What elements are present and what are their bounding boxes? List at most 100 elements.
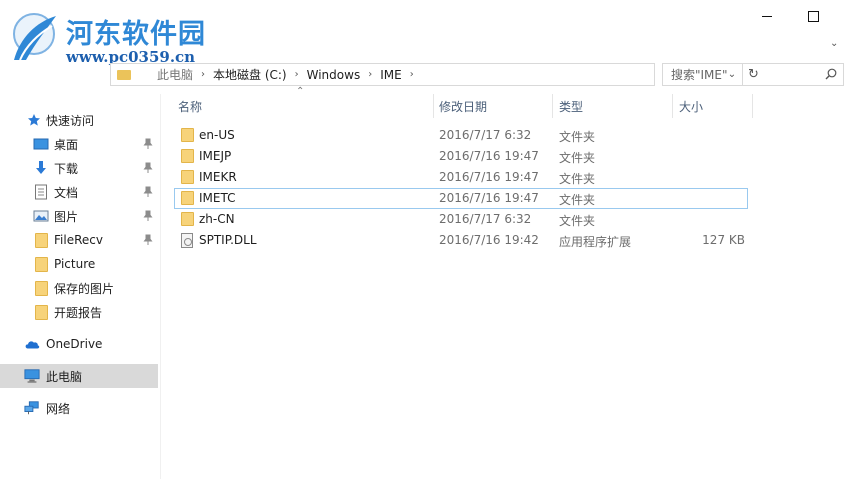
file-type: 文件夹 (559, 130, 596, 144)
sort-ascending-icon: ⌃ (296, 86, 305, 97)
sidebar-item-proposal-report[interactable]: 开题报告 (0, 300, 158, 324)
navigation-pane: 快速访问 桌面 下载 文档 图片 FileRecv Picture 保存的图片 … (0, 100, 160, 479)
file-type: 文件夹 (559, 214, 596, 228)
folder-icon (33, 280, 49, 296)
breadcrumb-windows[interactable]: Windows (307, 68, 361, 82)
dll-file-icon (181, 233, 193, 248)
file-name: zh-CN (199, 212, 235, 226)
breadcrumb-separator[interactable]: › (410, 69, 414, 80)
pin-icon[interactable] (143, 234, 153, 246)
sidebar-item-downloads[interactable]: 下载 (0, 156, 158, 180)
sidebar-item-this-pc[interactable]: 此电脑 (0, 364, 158, 388)
sidebar-item-documents[interactable]: 文档 (0, 180, 158, 204)
folder-icon (33, 232, 49, 248)
file-date: 2016/7/16 19:47 (439, 170, 539, 184)
search-input[interactable] (671, 67, 811, 82)
sidebar-item-desktop[interactable]: 桌面 (0, 132, 158, 156)
breadcrumb-ime[interactable]: IME (380, 68, 401, 82)
expand-ribbon-icon[interactable]: ⌄ (830, 38, 838, 49)
folder-icon (181, 170, 194, 184)
file-name: IMETC (199, 191, 236, 205)
breadcrumb-c-drive[interactable]: 本地磁盘 (C:) (213, 66, 287, 83)
sidebar-item-label: 开题报告 (54, 305, 103, 320)
sidebar-item-label: FileRecv (54, 233, 103, 247)
folder-icon (33, 304, 49, 320)
breadcrumb-separator[interactable]: › (368, 69, 372, 80)
address-bar[interactable]: 此电脑 › 本地磁盘 (C:) › Windows › IME › ⌄ ↻ (110, 63, 759, 86)
file-date: 2016/7/17 6:32 (439, 128, 532, 142)
search-icon[interactable] (825, 68, 837, 80)
pin-icon[interactable] (143, 162, 153, 174)
pane-splitter[interactable] (160, 94, 161, 479)
address-row: 此电脑 › 本地磁盘 (C:) › Windows › IME › ⌄ ↻ (0, 60, 846, 90)
column-header-type[interactable]: 类型 (559, 94, 583, 118)
folder-icon (181, 191, 194, 205)
minimize-button[interactable] (744, 0, 790, 32)
sidebar-item-saved-pictures[interactable]: 保存的图片 (0, 276, 158, 300)
file-name: IMEKR (199, 170, 237, 184)
maximize-button[interactable] (790, 0, 836, 32)
sidebar-item-label: 此电脑 (46, 369, 83, 384)
file-name: IMEJP (199, 149, 232, 163)
sidebar-item-onedrive[interactable]: OneDrive (0, 332, 158, 356)
folder-icon (181, 128, 194, 142)
sidebar-item-label: Picture (54, 257, 96, 271)
cloud-icon (24, 336, 40, 352)
search-box[interactable] (662, 63, 844, 86)
pin-icon[interactable] (143, 186, 153, 198)
column-divider[interactable] (552, 94, 553, 118)
file-type: 文件夹 (559, 193, 596, 207)
column-divider[interactable] (672, 94, 673, 118)
computer-icon (24, 368, 40, 384)
sidebar-item-pictures[interactable]: 图片 (0, 204, 158, 228)
watermark-title: 河东软件园 (66, 19, 206, 50)
column-header-name[interactable]: 名称 (178, 94, 202, 118)
breadcrumb-this-pc[interactable]: 此电脑 (157, 66, 193, 83)
column-header-date[interactable]: 修改日期 (439, 94, 487, 118)
file-row[interactable]: IMEKR 2016/7/16 19:47 文件夹 (174, 167, 748, 188)
file-date: 2016/7/17 6:32 (439, 212, 532, 226)
pin-icon[interactable] (143, 138, 153, 150)
sidebar-item-label: 图片 (54, 209, 79, 224)
file-date: 2016/7/16 19:47 (439, 191, 539, 205)
star-icon (26, 112, 42, 128)
file-row[interactable]: IMETC 2016/7/16 19:47 文件夹 (174, 188, 748, 209)
file-name: SPTIP.DLL (199, 233, 257, 247)
column-divider[interactable] (433, 94, 434, 118)
sidebar-item-label: 网络 (46, 401, 71, 416)
address-folder-icon (117, 69, 131, 80)
document-icon (33, 184, 49, 200)
sidebar-item-quick-access[interactable]: 快速访问 (0, 108, 158, 132)
sidebar-item-filerecv[interactable]: FileRecv (0, 228, 158, 252)
pin-icon[interactable] (143, 210, 153, 222)
folder-icon (181, 149, 194, 163)
desktop-icon (33, 136, 49, 152)
sidebar-item-picture[interactable]: Picture (0, 252, 158, 276)
network-icon (24, 400, 40, 416)
file-row[interactable]: en-US 2016/7/17 6:32 文件夹 (174, 125, 748, 146)
column-divider[interactable] (752, 94, 753, 118)
sidebar-item-network[interactable]: 网络 (0, 396, 158, 420)
file-row[interactable]: SPTIP.DLL 2016/7/16 19:42 应用程序扩展 127 KB (174, 230, 748, 251)
picture-icon (33, 208, 49, 224)
sidebar-item-label: 快速访问 (46, 113, 95, 128)
breadcrumb-separator[interactable]: › (201, 69, 205, 80)
file-type: 应用程序扩展 (559, 235, 632, 249)
file-date: 2016/7/16 19:47 (439, 149, 539, 163)
file-size: 127 KB (702, 233, 745, 247)
folder-icon (181, 212, 194, 226)
file-row[interactable]: zh-CN 2016/7/17 6:32 文件夹 (174, 209, 748, 230)
download-icon (33, 160, 49, 176)
sidebar-item-label: 保存的图片 (54, 281, 115, 296)
file-date: 2016/7/16 19:42 (439, 233, 539, 247)
sidebar-item-label: OneDrive (46, 337, 103, 351)
file-row[interactable]: IMEJP 2016/7/16 19:47 文件夹 (174, 146, 748, 167)
breadcrumb-separator[interactable]: › (295, 69, 299, 80)
sidebar-item-label: 文档 (54, 185, 79, 200)
sidebar-item-label: 桌面 (54, 137, 79, 152)
column-header-size[interactable]: 大小 (679, 94, 703, 118)
watermark-logo-icon (13, 13, 56, 61)
folder-icon (33, 256, 49, 272)
file-type: 文件夹 (559, 172, 596, 186)
file-name: en-US (199, 128, 235, 142)
